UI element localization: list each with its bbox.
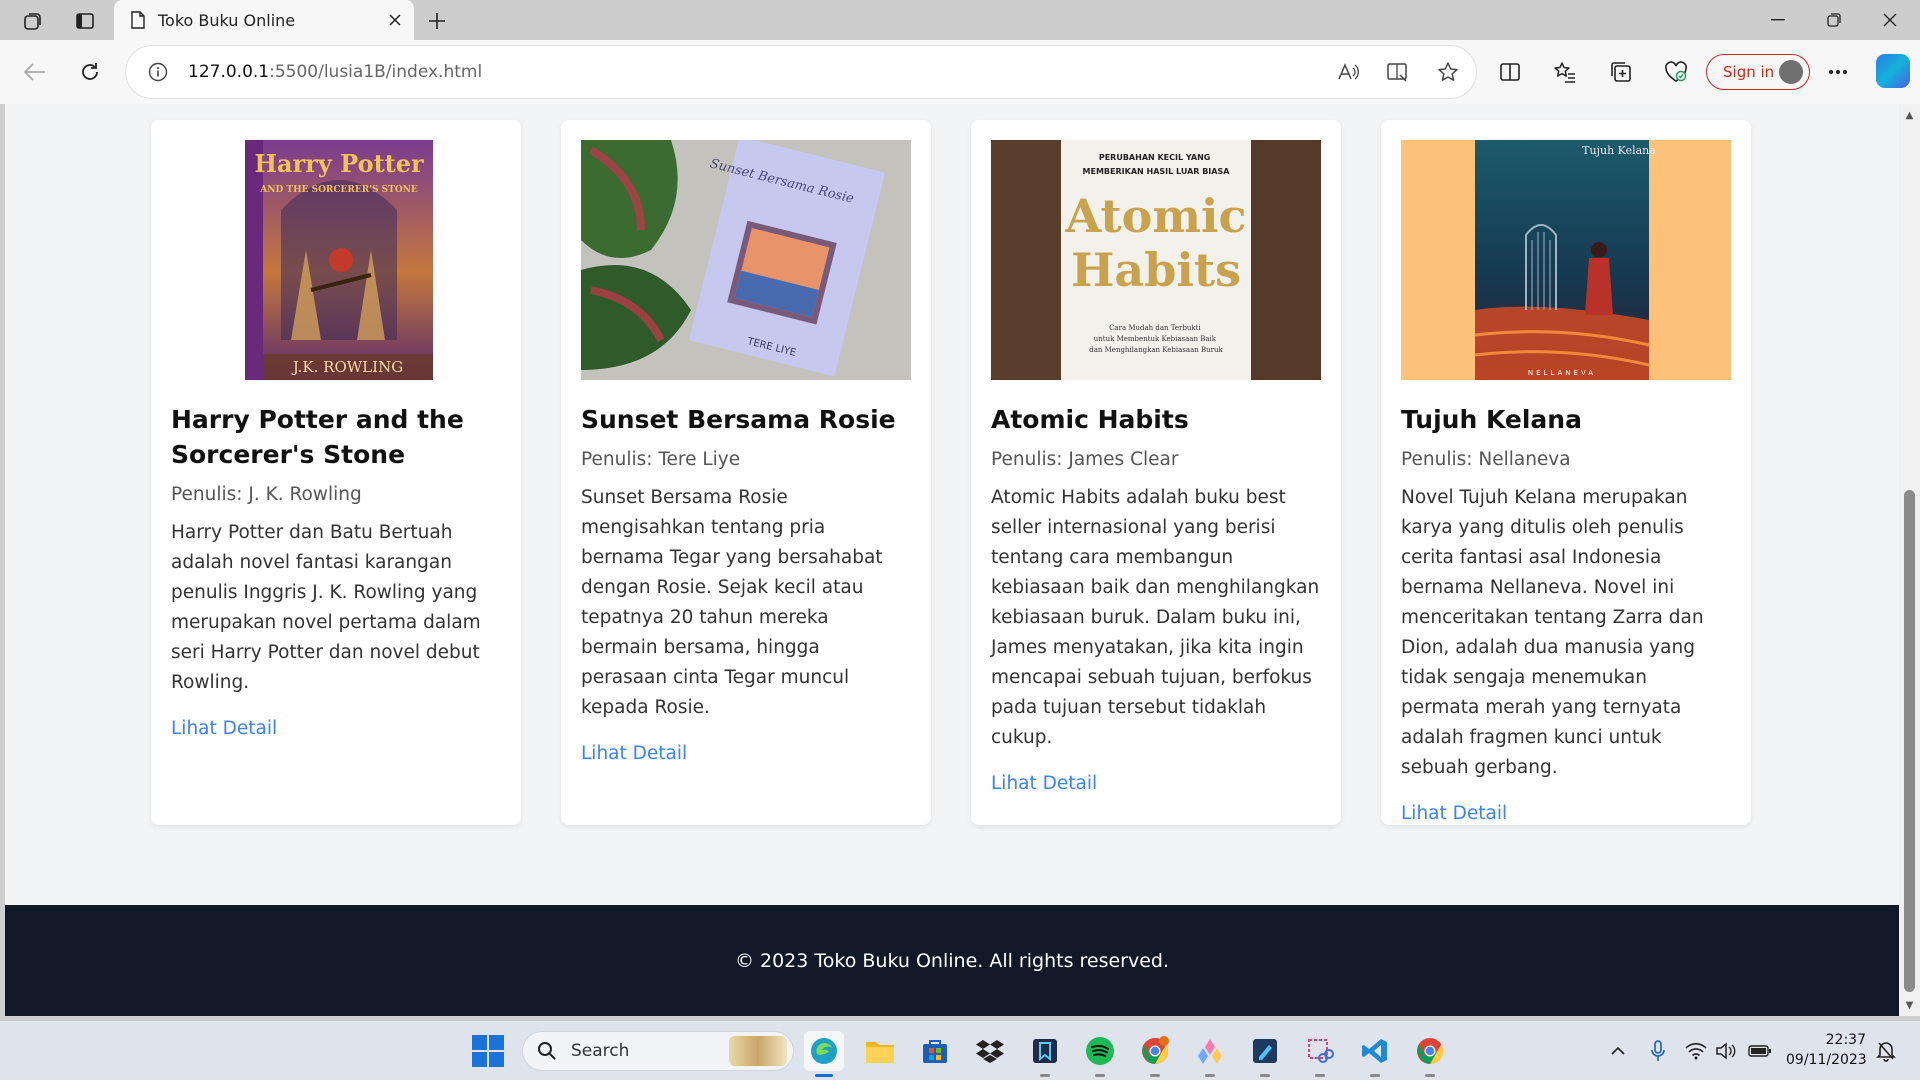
browser-essentials-icon[interactable] [1660,56,1692,88]
tab-title: Toko Buku Online [158,10,296,30]
clock-date: 09/11/2023 [1786,1052,1867,1068]
browser-toolbar: 127.0.0.1:5500/lusia1B/index.html Sign i… [0,40,1920,104]
tab-actions-icon[interactable] [68,6,102,36]
book-cover-image: PERUBAHAN KECIL YANG MEMBERIKAN HASIL LU… [991,140,1321,380]
url-path: :5500/lusia1B/index.html [269,62,483,82]
split-screen-icon[interactable] [1494,56,1526,88]
tk-cover-title: Tujuh Kelana [1582,144,1656,157]
url-text: 127.0.0.1:5500/lusia1B/index.html [188,62,482,82]
footer-copyright: © 2023 Toko Buku Online. All rights rese… [734,949,1170,972]
file-explorer-icon[interactable] [860,1031,900,1071]
read-aloud-icon[interactable] [1334,58,1362,86]
battery-icon[interactable] [1748,1039,1772,1063]
address-bar[interactable]: 127.0.0.1:5500/lusia1B/index.html [126,46,1476,98]
search-highlight-image [729,1036,787,1066]
book-title: Atomic Habits [991,405,1189,434]
view-detail-link[interactable]: Lihat Detail [171,718,277,739]
new-tab-button[interactable] [420,6,454,36]
vscode-icon[interactable] [1355,1031,1395,1077]
dropbox-icon[interactable] [970,1031,1010,1071]
book-title: Harry Potter and the Sorcerer's Stone [171,405,464,469]
scrollbar-thumb[interactable] [1904,490,1915,992]
copilot-icon[interactable] [1876,54,1910,88]
spotify-icon[interactable] [1080,1031,1120,1077]
wifi-icon[interactable] [1684,1039,1708,1063]
page-viewport: Harry Potter AND THE SORCERER'S STONE J.… [5,104,1899,1016]
page-footer: © 2023 Toko Buku Online. All rights rese… [5,905,1899,1016]
book-title: Sunset Bersama Rosie [581,405,896,434]
immersive-reader-icon[interactable] [1384,58,1412,86]
hp-cover-title: Harry Potter [254,149,424,178]
avatar-icon [1779,60,1803,84]
microsoft-store-icon[interactable] [915,1031,955,1071]
favorites-icon[interactable] [1549,56,1581,88]
book-title: Tujuh Kelana [1401,405,1582,434]
bookmark-app-icon[interactable] [1025,1031,1065,1077]
book-description: Sunset Bersama Rosie mengisahkan tentang… [581,487,883,718]
url-host: 127.0.0.1 [188,62,270,82]
more-options-icon[interactable] [1822,56,1854,88]
ah-cover-title-2: Habits [1071,243,1241,297]
book-author: Penulis: Nellaneva [1401,449,1571,470]
book-grid: Harry Potter AND THE SORCERER'S STONE J.… [151,120,1751,825]
book-description: Harry Potter dan Batu Bertuah adalah nov… [171,522,481,693]
book-author: Penulis: Tere Liye [581,449,741,470]
book-card: PERUBAHAN KECIL YANG MEMBERIKAN HASIL LU… [971,120,1341,825]
editor-app-icon[interactable] [1245,1031,1285,1077]
book-author: Penulis: James Clear [991,449,1179,470]
snipping-tool-icon[interactable] [1300,1031,1340,1077]
book-cover-image: Sunset Bersama Rosie TERE LIYE [581,140,911,380]
view-detail-link[interactable]: Lihat Detail [1401,803,1507,824]
collections-icon[interactable] [1605,56,1637,88]
book-card: Tujuh Kelana NELLANEVA Tujuh Kelana Penu… [1381,120,1751,825]
volume-icon[interactable] [1714,1039,1738,1063]
close-window-icon[interactable] [1862,0,1918,40]
workspaces-icon[interactable] [16,6,50,36]
windows-start-icon[interactable] [472,1035,504,1067]
browser-tab[interactable]: Toko Buku Online [114,0,414,40]
tk-cover-author: NELLANEVA [1528,369,1596,377]
chrome-icon[interactable] [1410,1031,1450,1077]
book-cover-image: Tujuh Kelana NELLANEVA [1401,140,1731,380]
sign-in-button[interactable]: Sign in [1706,54,1810,90]
gemini-app-icon[interactable] [1190,1031,1230,1077]
sign-in-label: Sign in [1723,63,1775,81]
view-detail-link[interactable]: Lihat Detail [581,743,687,764]
back-icon[interactable] [15,52,55,92]
page-icon [131,11,145,29]
show-hidden-icons-chevron-icon[interactable] [1606,1039,1630,1063]
chrome-profile-icon[interactable] [1135,1031,1175,1077]
windows-taskbar: Search 22:37 09/11/2023 [0,1020,1920,1080]
edge-app-icon[interactable] [804,1031,844,1077]
search-icon [538,1042,556,1060]
tab-bar: Toko Buku Online [0,0,1920,40]
book-cover-image: Harry Potter AND THE SORCERER'S STONE J.… [171,140,501,380]
page-scrollbar[interactable]: ▲ ▼ [1899,104,1920,1016]
ah-cover-title-1: Atomic [1065,189,1247,243]
site-info-icon[interactable] [146,60,170,84]
book-author: Penulis: J. K. Rowling [171,484,362,505]
book-card: Harry Potter AND THE SORCERER'S STONE J.… [151,120,521,825]
search-label: Search [571,1041,630,1061]
hp-cover-author: J.K. ROWLING [291,358,403,376]
scroll-up-icon[interactable]: ▲ [1899,106,1920,124]
microphone-icon[interactable] [1646,1039,1670,1063]
minimize-icon[interactable] [1750,0,1806,40]
restore-icon[interactable] [1806,0,1862,40]
refresh-icon[interactable] [70,52,110,92]
scroll-down-icon[interactable]: ▼ [1899,996,1920,1014]
system-clock[interactable]: 22:37 09/11/2023 [1786,1030,1867,1070]
book-description: Atomic Habits adalah buku best seller in… [991,487,1320,748]
taskbar-search[interactable]: Search [522,1031,794,1071]
book-card: Sunset Bersama Rosie TERE LIYE Sunset Be… [561,120,931,825]
notification-bell-icon[interactable] [1874,1039,1898,1063]
clock-time: 22:37 [1825,1032,1866,1048]
close-tab-icon[interactable] [380,5,410,35]
favorite-star-icon[interactable] [1434,58,1462,86]
hp-cover-subtitle: AND THE SORCERER'S STONE [259,185,418,195]
book-description: Novel Tujuh Kelana merupakan karya yang … [1401,487,1704,778]
view-detail-link[interactable]: Lihat Detail [991,773,1097,794]
